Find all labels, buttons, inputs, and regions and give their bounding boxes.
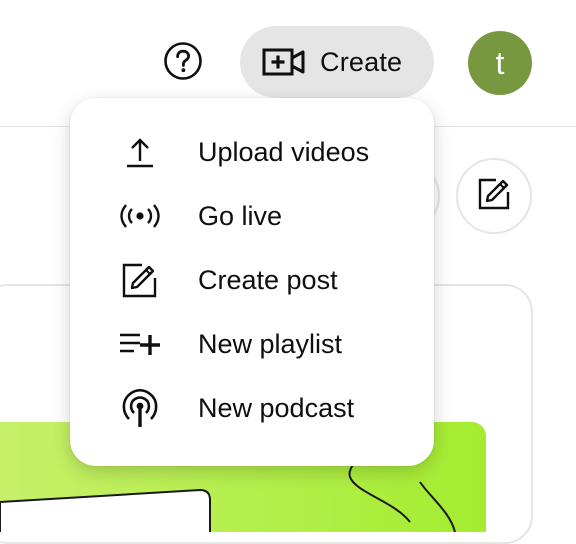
edit-icon (474, 174, 514, 219)
menu-item-upload-videos[interactable]: Upload videos (70, 120, 434, 184)
avatar-letter: t (495, 44, 505, 81)
menu-item-create-post[interactable]: Create post (70, 248, 434, 312)
help-circle-icon (163, 41, 203, 86)
menu-item-label: Go live (198, 200, 283, 231)
create-menu: Upload videos Go live Create post New pl… (70, 98, 434, 466)
edit-button[interactable] (456, 158, 532, 234)
create-button-label: Create (320, 46, 403, 77)
help-button[interactable] (160, 40, 206, 86)
menu-item-label: New podcast (198, 392, 355, 423)
create-button[interactable]: Create (240, 26, 434, 98)
menu-item-label: Upload videos (198, 136, 370, 167)
menu-item-new-podcast[interactable]: New podcast (70, 376, 434, 440)
video-add-icon (262, 45, 306, 79)
menu-item-label: New playlist (198, 328, 343, 359)
upload-icon (118, 130, 162, 174)
avatar[interactable]: t (468, 31, 532, 95)
menu-item-new-playlist[interactable]: New playlist (70, 312, 434, 376)
podcast-icon (118, 386, 162, 430)
playlist-add-icon (118, 322, 162, 366)
edit-post-icon (118, 258, 162, 302)
menu-item-go-live[interactable]: Go live (70, 184, 434, 248)
menu-item-label: Create post (198, 264, 338, 295)
live-broadcast-icon (118, 194, 162, 238)
